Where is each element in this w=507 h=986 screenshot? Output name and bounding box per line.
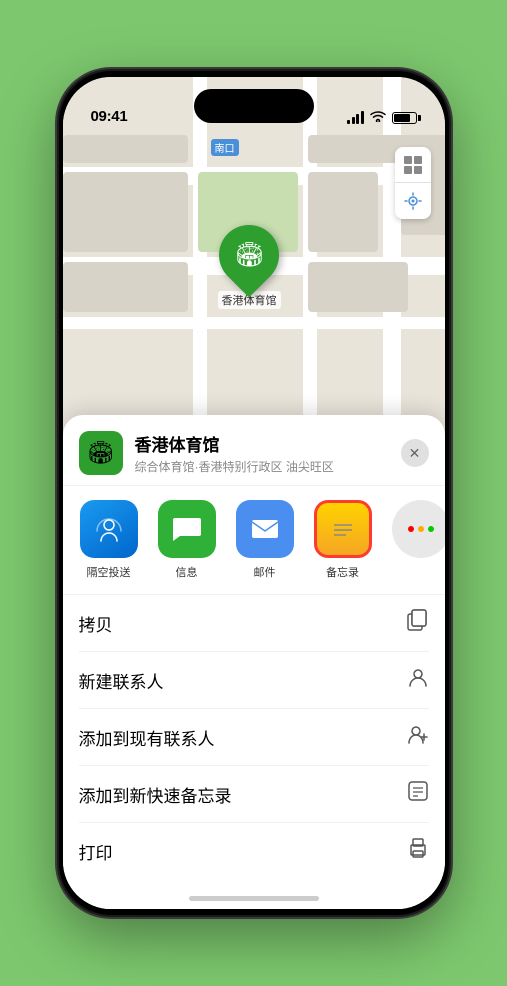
action-print[interactable]: 打印: [79, 823, 429, 879]
map-block: [308, 262, 408, 312]
location-button[interactable]: [395, 183, 431, 219]
new-contact-icon: [407, 666, 429, 694]
mail-label: 邮件: [254, 564, 276, 580]
action-copy-label: 拷贝: [79, 611, 113, 636]
signal-bar-2: [352, 117, 355, 124]
action-quick-note-label: 添加到新快速备忘录: [79, 782, 232, 807]
share-item-messages[interactable]: 信息: [153, 500, 221, 580]
notes-label: 备忘录: [326, 564, 359, 580]
airdrop-label: 隔空投送: [87, 564, 131, 580]
venue-subtitle: 综合体育馆·香港特别行政区 油尖旺区: [135, 458, 389, 475]
map-block: [63, 172, 188, 252]
status-time: 09:41: [91, 108, 128, 125]
signal-bars: [347, 111, 364, 124]
more-dots-icon: [392, 500, 445, 558]
venue-icon: 🏟: [79, 431, 123, 475]
venue-info: 香港体育馆 综合体育馆·香港特别行政区 油尖旺区: [135, 431, 389, 475]
action-list: 拷贝 新建联系人: [63, 595, 445, 879]
messages-label: 信息: [176, 564, 198, 580]
battery-icon: [392, 112, 417, 124]
sheet-header: 🏟 香港体育馆 综合体育馆·香港特别行政区 油尖旺区 ✕: [63, 415, 445, 486]
map-block: [63, 135, 188, 163]
signal-bar-1: [347, 120, 350, 124]
pin-circle: 🏟: [207, 213, 292, 298]
share-item-notes[interactable]: 备忘录: [309, 500, 377, 580]
airdrop-icon: [80, 500, 138, 558]
mail-icon: [236, 500, 294, 558]
status-icons: [347, 110, 417, 125]
signal-bar-3: [356, 114, 359, 124]
venue-name: 香港体育馆: [135, 431, 389, 456]
wifi-icon: [370, 110, 386, 125]
quick-note-icon: [407, 780, 429, 808]
close-button[interactable]: ✕: [401, 439, 429, 467]
share-item-mail[interactable]: 邮件: [231, 500, 299, 580]
action-add-to-contact[interactable]: 添加到现有联系人: [79, 709, 429, 766]
home-indicator: [189, 896, 319, 901]
messages-icon: [158, 500, 216, 558]
share-item-more[interactable]: [387, 500, 445, 580]
share-item-airdrop[interactable]: 隔空投送: [75, 500, 143, 580]
notes-icon: [314, 500, 372, 558]
share-row: 隔空投送 信息: [63, 486, 445, 595]
phone-screen: 09:41: [63, 77, 445, 909]
add-contact-icon: [407, 723, 429, 751]
bottom-sheet: 🏟 香港体育馆 综合体育馆·香港特别行政区 油尖旺区 ✕: [63, 415, 445, 909]
action-quick-note[interactable]: 添加到新快速备忘录: [79, 766, 429, 823]
copy-icon: [407, 609, 429, 637]
battery-fill: [394, 114, 411, 122]
map-block: [308, 172, 378, 252]
action-print-label: 打印: [79, 839, 113, 864]
map-block: [63, 262, 188, 312]
dynamic-island: [194, 89, 314, 123]
stadium-pin[interactable]: 🏟 香港体育馆: [218, 225, 281, 309]
map-controls[interactable]: [395, 147, 431, 219]
map-label-nankou: 南口: [211, 139, 239, 156]
phone-frame: 09:41: [59, 71, 449, 915]
signal-bar-4: [361, 111, 364, 124]
action-add-contact-label: 添加到现有联系人: [79, 725, 215, 750]
print-icon: [407, 837, 429, 865]
action-copy[interactable]: 拷贝: [79, 595, 429, 652]
action-new-contact-label: 新建联系人: [79, 668, 164, 693]
action-new-contact[interactable]: 新建联系人: [79, 652, 429, 709]
pin-icon: 🏟: [234, 241, 264, 270]
map-view-toggle[interactable]: [395, 147, 431, 183]
